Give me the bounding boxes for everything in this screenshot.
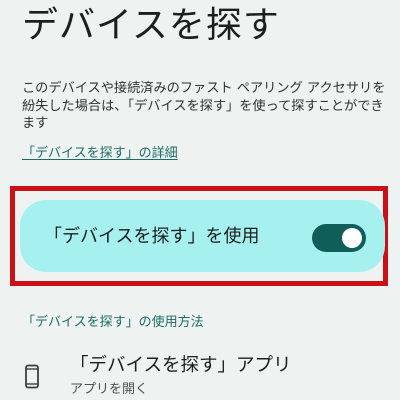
description-text: このデバイスや接続済みのファスト ペアリング アクセサリを紛失した場合は、「デバ… [22,81,386,131]
howto-link[interactable]: 「デバイスを探す」の使用方法 [22,314,204,332]
use-find-device-toggle[interactable] [312,224,366,252]
use-find-device-row[interactable]: 「デバイスを探す」を使用 [20,200,385,272]
use-find-device-label: 「デバイスを探す」を使用 [44,226,260,247]
details-link[interactable]: 「デバイスを探す」の詳細 [22,145,178,163]
phone-icon [25,364,39,389]
page-title: デバイスを探す [22,5,280,46]
app-subtitle: アプリを開く [70,382,149,397]
app-title: 「デバイスを探す」アプリ [70,355,292,376]
find-device-app-row[interactable]: 「デバイスを探す」アプリ アプリを開く [0,348,400,400]
toggle-knob [342,228,362,248]
